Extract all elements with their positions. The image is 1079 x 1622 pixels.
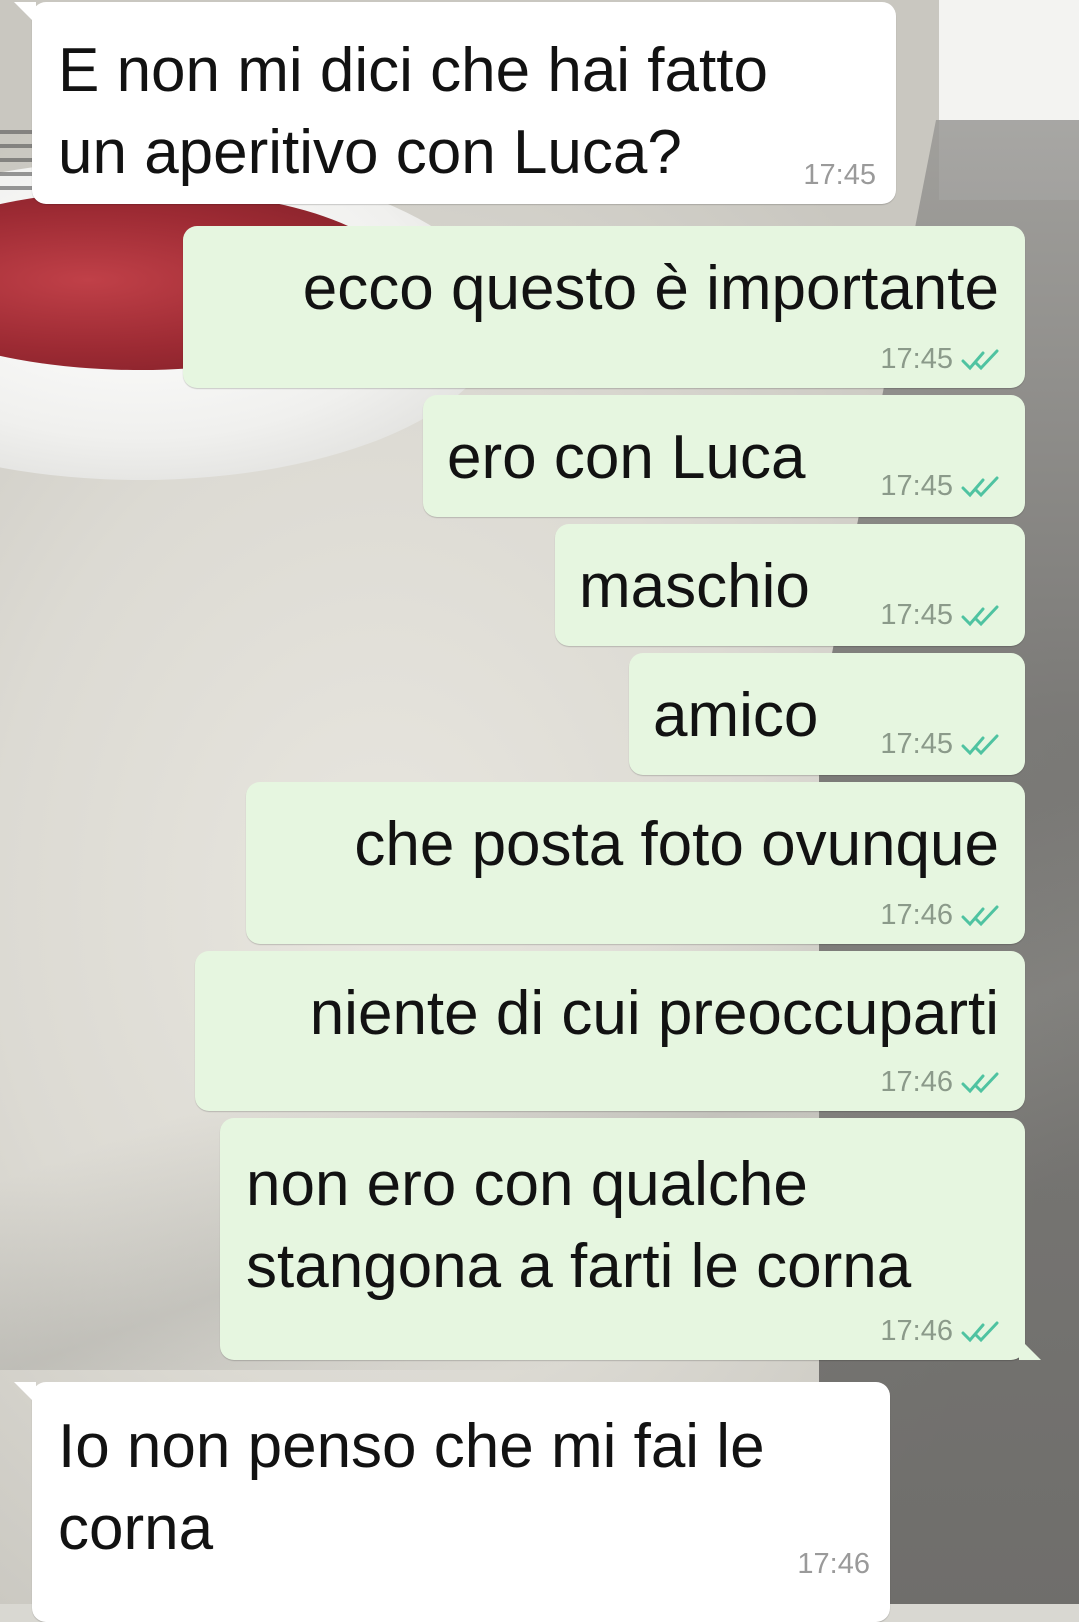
- message-text: niente di cui preoccuparti: [309, 979, 999, 1048]
- message-text: amico: [653, 681, 819, 750]
- message-bubble-incoming[interactable]: E non mi dici che hai fatto un aperitivo…: [14, 2, 896, 204]
- double-check-icon: [961, 1072, 999, 1093]
- message-meta: 17:45: [880, 728, 1005, 761]
- message-time: 17:46: [880, 1315, 953, 1347]
- message-meta: 17:46: [880, 899, 1005, 932]
- message-bubble-outgoing[interactable]: maschio 17:45: [555, 524, 1025, 646]
- message-bubble-incoming[interactable]: Io non penso che mi fai le corna 17:46: [14, 1382, 890, 1622]
- double-check-icon: [961, 476, 999, 497]
- message-time: 17:46: [880, 899, 953, 931]
- double-check-icon: [961, 734, 999, 755]
- message-text: ecco questo è importante: [302, 254, 999, 323]
- message-text: maschio: [579, 552, 810, 621]
- message-meta: 17:45: [803, 159, 876, 192]
- message-text: E non mi dici che hai fatto un aperitivo…: [58, 36, 768, 187]
- double-check-icon: [961, 605, 999, 626]
- message-bubble-outgoing[interactable]: non ero con qualche stangona a farti le …: [220, 1118, 1041, 1360]
- message-text: ero con Luca: [447, 423, 806, 492]
- double-check-icon: [961, 349, 999, 370]
- message-meta: 17:46: [880, 1066, 1005, 1099]
- message-bubble-outgoing[interactable]: ero con Luca 17:45: [423, 395, 1025, 517]
- message-meta: 17:45: [880, 343, 1005, 376]
- message-time: 17:45: [803, 159, 876, 191]
- message-time: 17:45: [880, 470, 953, 502]
- message-text: che posta foto ovunque: [354, 810, 999, 879]
- message-time: 17:46: [797, 1548, 870, 1580]
- message-bubble-outgoing[interactable]: amico 17:45: [629, 653, 1025, 775]
- message-meta: 17:46: [797, 1548, 870, 1581]
- message-bubble-outgoing[interactable]: ecco questo è importante 17:45: [183, 226, 1025, 388]
- bubble-tail: [14, 2, 36, 24]
- bubble-tail: [14, 1382, 36, 1404]
- bubble-tail: [1019, 1338, 1041, 1360]
- message-time: 17:45: [880, 728, 953, 760]
- message-time: 17:46: [880, 1066, 953, 1098]
- message-meta: 17:46: [880, 1315, 1005, 1348]
- message-bubble-outgoing[interactable]: niente di cui preoccuparti 17:46: [195, 951, 1025, 1111]
- message-text: Io non penso che mi fai le corna: [58, 1412, 765, 1563]
- message-time: 17:45: [880, 343, 953, 375]
- message-text: non ero con qualche stangona a farti le …: [246, 1150, 912, 1301]
- message-time: 17:45: [880, 599, 953, 631]
- message-list[interactable]: E non mi dici che hai fatto un aperitivo…: [0, 0, 1079, 1622]
- double-check-icon: [961, 905, 999, 926]
- message-bubble-outgoing[interactable]: che posta foto ovunque 17:46: [246, 782, 1025, 944]
- double-check-icon: [961, 1321, 999, 1342]
- message-meta: 17:45: [880, 470, 1005, 503]
- message-meta: 17:45: [880, 599, 1005, 632]
